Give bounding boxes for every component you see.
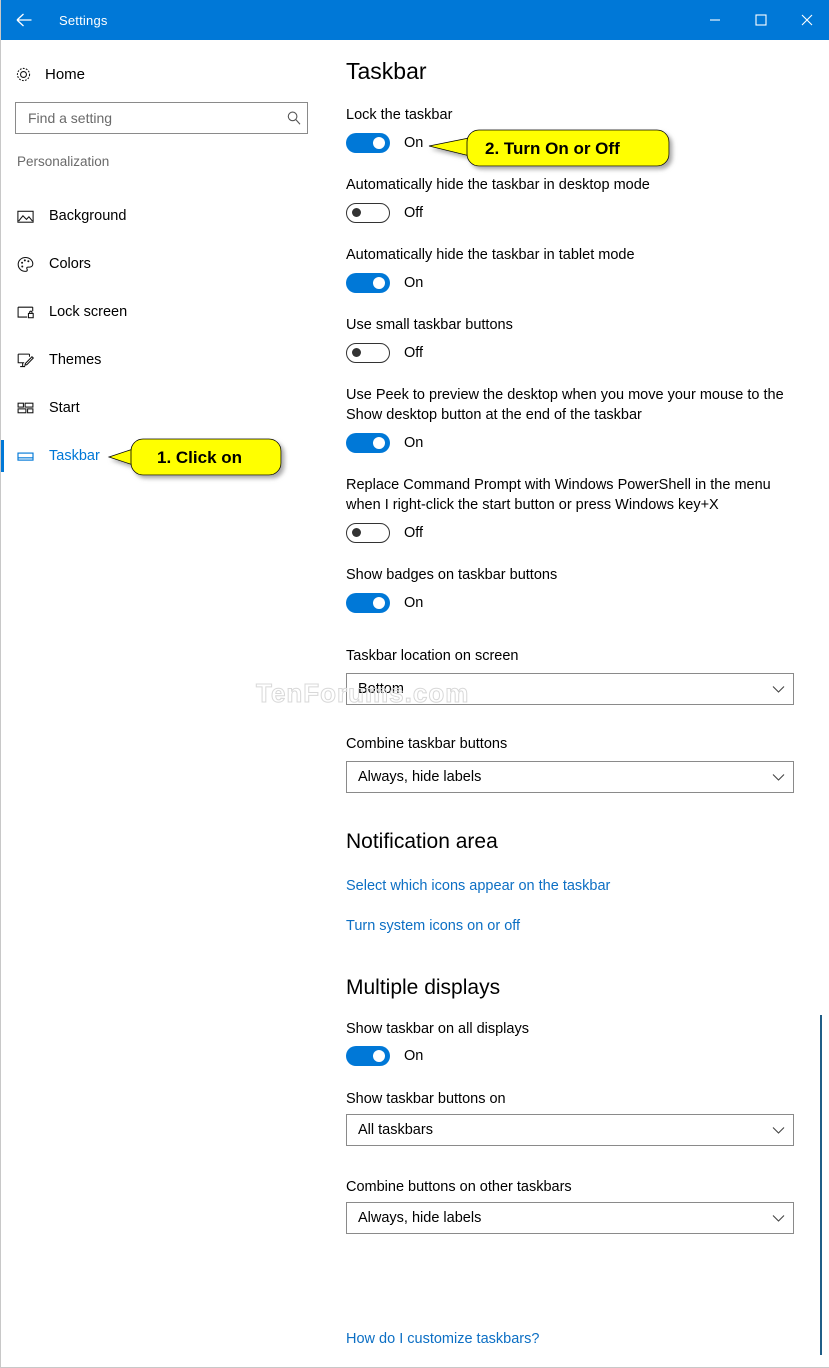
toggle-badges[interactable]: On bbox=[346, 593, 423, 613]
sidebar-item-lock-screen[interactable]: Lock screen bbox=[1, 288, 331, 336]
section-heading-notification-area: Notification area bbox=[346, 830, 498, 853]
setting-label-powershell: Replace Command Prompt with Windows Powe… bbox=[346, 477, 771, 513]
chevron-down-icon bbox=[763, 1126, 793, 1135]
toggle-switch-off[interactable] bbox=[346, 523, 390, 543]
toggle-autohide-desktop[interactable]: Off bbox=[346, 203, 423, 223]
back-arrow-icon bbox=[16, 13, 32, 27]
maximize-icon bbox=[755, 14, 767, 26]
toggle-switch-on[interactable] bbox=[346, 133, 390, 153]
maximize-button[interactable] bbox=[738, 0, 784, 40]
page-title: Taskbar bbox=[346, 58, 427, 84]
chevron-down-icon bbox=[763, 1214, 793, 1223]
sidebar-item-label: Themes bbox=[49, 352, 102, 368]
dropdown-combine-buttons[interactable]: Always, hide labels bbox=[346, 761, 794, 793]
toggle-state-label: On bbox=[404, 1048, 424, 1064]
dropdown-label-combine-buttons: Combine taskbar buttons bbox=[346, 736, 508, 752]
toggle-switch-on[interactable] bbox=[346, 433, 390, 453]
setting-label-badges: Show badges on taskbar buttons bbox=[346, 567, 558, 583]
toggle-switch-on[interactable] bbox=[346, 593, 390, 613]
toggle-state-label: Off bbox=[404, 345, 424, 361]
close-button[interactable] bbox=[784, 0, 829, 40]
sidebar-item-label: Taskbar bbox=[49, 448, 100, 464]
toggle-switch-off[interactable] bbox=[346, 203, 390, 223]
toggle-peek[interactable]: On bbox=[346, 433, 423, 453]
gear-icon bbox=[1, 65, 45, 84]
sidebar-home-label: Home bbox=[45, 65, 86, 83]
search-input[interactable] bbox=[16, 110, 281, 126]
back-button[interactable] bbox=[1, 0, 47, 40]
dropdown-combine-other-taskbars[interactable]: Always, hide labels bbox=[346, 1202, 794, 1234]
callout-2-text: 2. Turn On or Off bbox=[485, 139, 620, 158]
chevron-down-icon bbox=[763, 773, 793, 782]
sidebar-item-colors[interactable]: Colors bbox=[1, 240, 331, 288]
toggle-state-label: On bbox=[404, 595, 424, 611]
dropdown-taskbar-location[interactable]: Bottom bbox=[346, 673, 794, 705]
dropdown-value: Bottom bbox=[358, 681, 404, 697]
callout-step-2: 2. Turn On or Off bbox=[428, 128, 674, 178]
sidebar-item-label: Background bbox=[49, 208, 127, 224]
dropdown-label-taskbar-location: Taskbar location on screen bbox=[346, 648, 519, 664]
callout-step-1: 1. Click on bbox=[107, 435, 289, 485]
dropdown-label-show-buttons-on: Show taskbar buttons on bbox=[346, 1091, 506, 1107]
setting-label-lock-taskbar: Lock the taskbar bbox=[346, 107, 453, 123]
setting-label-small-buttons: Use small taskbar buttons bbox=[346, 317, 513, 333]
sidebar-item-label: Colors bbox=[49, 256, 91, 272]
link-system-icons[interactable]: Turn system icons on or off bbox=[346, 918, 520, 934]
chevron-down-icon bbox=[763, 685, 793, 694]
toggle-state-label: Off bbox=[404, 525, 424, 541]
lock-screen-icon bbox=[1, 303, 49, 322]
link-customize-taskbars[interactable]: How do I customize taskbars? bbox=[346, 1331, 539, 1347]
title-bar: Settings bbox=[1, 0, 829, 40]
sidebar-item-background[interactable]: Background bbox=[1, 192, 331, 240]
minimize-button[interactable] bbox=[692, 0, 738, 40]
callout-1-text: 1. Click on bbox=[157, 448, 243, 467]
sidebar-item-label: Start bbox=[49, 400, 80, 416]
scrollbar[interactable] bbox=[814, 40, 826, 1367]
themes-brush-icon bbox=[1, 351, 49, 370]
window-controls bbox=[692, 0, 829, 40]
dropdown-value: All taskbars bbox=[358, 1122, 433, 1138]
minimize-icon bbox=[710, 19, 720, 21]
window-title: Settings bbox=[59, 12, 108, 28]
close-icon bbox=[801, 14, 813, 26]
sidebar-group-title: Personalization bbox=[17, 154, 110, 169]
dropdown-show-buttons-on[interactable]: All taskbars bbox=[346, 1114, 794, 1146]
settings-window: Settings Home Find a setting Personaliza… bbox=[0, 0, 829, 1368]
toggle-show-all-displays[interactable]: On bbox=[346, 1046, 423, 1066]
search-box[interactable] bbox=[15, 102, 308, 134]
dropdown-value: Always, hide labels bbox=[358, 769, 482, 785]
scrollbar-thumb[interactable] bbox=[820, 1015, 822, 1355]
start-tiles-icon bbox=[1, 399, 49, 418]
setting-label-autohide-desktop: Automatically hide the taskbar in deskto… bbox=[346, 177, 650, 193]
link-select-icons[interactable]: Select which icons appear on the taskbar bbox=[346, 878, 610, 894]
sidebar-item-themes[interactable]: Themes bbox=[1, 336, 331, 384]
palette-icon bbox=[1, 255, 49, 274]
toggle-switch-off[interactable] bbox=[346, 343, 390, 363]
section-heading-multiple-displays: Multiple displays bbox=[346, 976, 501, 999]
toggle-switch-on[interactable] bbox=[346, 1046, 390, 1066]
taskbar-icon bbox=[1, 447, 49, 466]
sidebar-item-start[interactable]: Start bbox=[1, 384, 331, 432]
toggle-state-label: On bbox=[404, 135, 424, 151]
sidebar: Home Personalization bbox=[1, 40, 331, 1367]
sidebar-item-label: Lock screen bbox=[49, 304, 128, 320]
setting-label-autohide-tablet: Automatically hide the taskbar in tablet… bbox=[346, 247, 635, 263]
setting-label-peek: Use Peek to preview the desktop when you… bbox=[346, 387, 784, 423]
dropdown-value: Always, hide labels bbox=[358, 1210, 482, 1226]
toggle-small-buttons[interactable]: Off bbox=[346, 343, 423, 363]
sidebar-item-home[interactable]: Home bbox=[1, 52, 331, 96]
toggle-powershell[interactable]: Off bbox=[346, 523, 423, 543]
toggle-state-label: On bbox=[404, 435, 424, 451]
toggle-autohide-tablet[interactable]: On bbox=[346, 273, 423, 293]
search-icon bbox=[281, 110, 307, 126]
toggle-state-label: Off bbox=[404, 205, 424, 221]
toggle-state-label: On bbox=[404, 275, 424, 291]
setting-label-show-all-displays: Show taskbar on all displays bbox=[346, 1021, 529, 1037]
toggle-switch-on[interactable] bbox=[346, 273, 390, 293]
dropdown-label-combine-other: Combine buttons on other taskbars bbox=[346, 1179, 572, 1195]
picture-icon bbox=[1, 207, 49, 226]
toggle-lock-taskbar[interactable]: On bbox=[346, 133, 423, 153]
main-content: Taskbar Lock the taskbar On Automaticall… bbox=[331, 40, 829, 1367]
